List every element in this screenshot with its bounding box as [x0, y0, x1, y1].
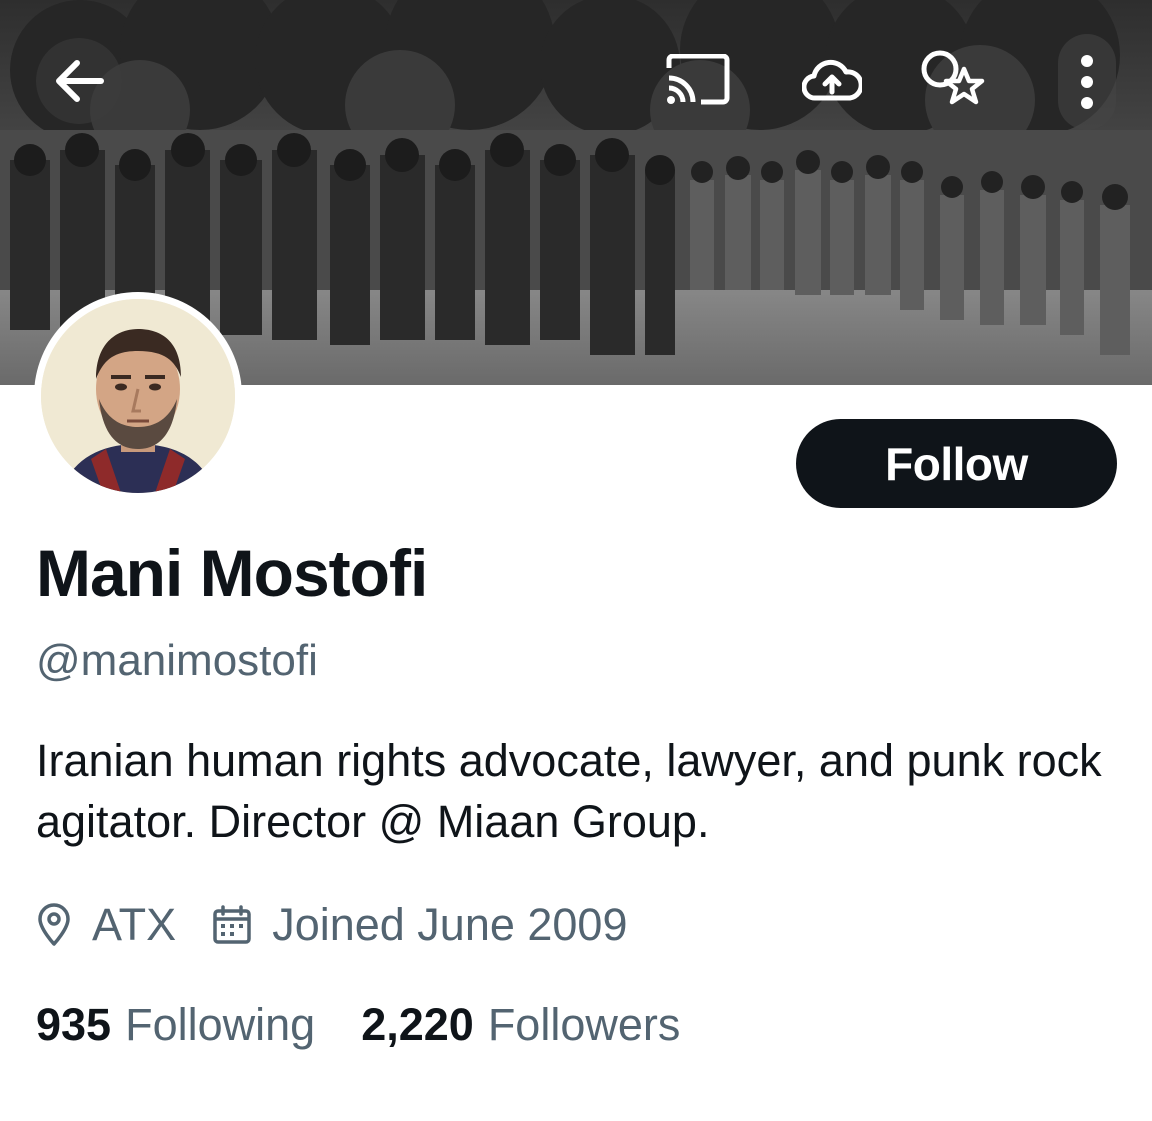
- search-star-icon: [914, 45, 994, 115]
- followers-count: 2,220: [361, 999, 474, 1050]
- calendar-icon: [212, 905, 252, 945]
- arrow-left-icon: [53, 59, 105, 103]
- more-options-button[interactable]: [1058, 34, 1116, 130]
- profile-stats: 935 Following 2,220 Followers: [36, 995, 680, 1055]
- followers-link[interactable]: 2,220 Followers: [361, 999, 680, 1051]
- more-vertical-icon: [1080, 54, 1094, 110]
- display-name: Mani Mostofi: [36, 536, 428, 610]
- user-handle: @manimostofi: [36, 636, 318, 685]
- followers-label: Followers: [487, 999, 681, 1050]
- back-button[interactable]: [36, 38, 122, 124]
- cast-icon: [665, 54, 731, 106]
- location-text: ATX: [92, 899, 177, 950]
- following-label: Following: [125, 999, 316, 1050]
- upload-button[interactable]: [788, 36, 876, 124]
- profile-bio: Iranian human rights advocate, lawyer, a…: [36, 735, 1102, 847]
- profile-meta: ATX Joined June 2009: [36, 893, 628, 957]
- joined-date: Joined June 2009: [272, 899, 628, 950]
- following-count: 935: [36, 999, 112, 1050]
- cast-button[interactable]: [654, 36, 742, 124]
- follow-button[interactable]: Follow: [796, 419, 1117, 508]
- search-button[interactable]: [910, 36, 998, 124]
- profile-avatar[interactable]: [34, 292, 242, 500]
- following-link[interactable]: 935 Following: [36, 999, 315, 1051]
- avatar-photo: [41, 299, 235, 493]
- cloud-upload-icon: [802, 58, 862, 102]
- location-pin-icon: [36, 903, 72, 947]
